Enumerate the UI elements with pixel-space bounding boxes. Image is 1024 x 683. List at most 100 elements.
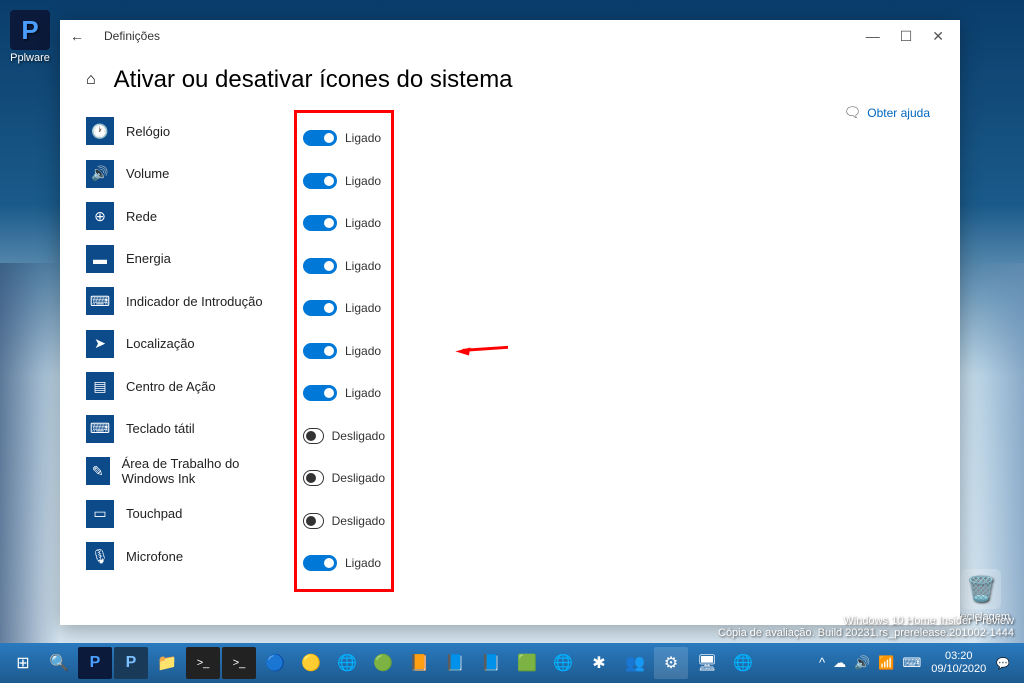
toggle-switch[interactable] xyxy=(303,215,337,231)
toggle-state-label: Ligado xyxy=(345,174,381,188)
system-icon-row: ⊕ Rede xyxy=(86,195,286,238)
home-icon[interactable]: ⌂ xyxy=(86,71,96,89)
taskbar-clock[interactable]: 03:20 09/10/2020 xyxy=(931,650,986,676)
toggle-switch[interactable] xyxy=(303,470,324,486)
system-icon-row: ▤ Centro de Ação xyxy=(86,365,286,408)
taskbar-slack[interactable]: ✱ xyxy=(582,647,616,679)
power-icon: ▬ xyxy=(86,245,114,273)
tray-language-icon[interactable]: ⌨ xyxy=(902,655,921,671)
taskbar-app[interactable]: 🖥 xyxy=(690,647,724,679)
taskbar-terminal[interactable]: >_ xyxy=(222,647,256,679)
clock-icon: 🕐 xyxy=(86,117,114,145)
item-label: Indicador de Introdução xyxy=(126,294,263,309)
window-title: Definições xyxy=(104,29,160,43)
toggle-switch[interactable] xyxy=(303,173,337,189)
system-icon-row: ➤ Localização xyxy=(86,323,286,366)
pplware-icon: P xyxy=(10,10,50,50)
toggle-row: Ligado xyxy=(303,372,385,415)
ink-icon: ✎ xyxy=(86,457,110,485)
system-icon-row: ⌨ Indicador de Introdução xyxy=(86,280,286,323)
item-label: Touchpad xyxy=(126,506,182,521)
input-icon: ⌨ xyxy=(86,287,114,315)
toggle-state-label: Ligado xyxy=(345,344,381,358)
taskbar[interactable]: ⊞ 🔍 P P 📁 >_ >_ 🔵 🟡 🌐 🟢 📙 📘 📘 🟩 🌐 ✱ 👥 ⚙ … xyxy=(0,643,1024,683)
start-button[interactable]: ⊞ xyxy=(6,647,40,679)
taskbar-edge[interactable]: 🌐 xyxy=(330,647,364,679)
toggle-switch[interactable] xyxy=(303,343,337,359)
item-label: Teclado tátil xyxy=(126,421,195,436)
icons-list: 🕐 Relógio🔊 Volume⊕ Rede▬ Energia⌨ Indica… xyxy=(86,110,286,592)
item-label: Rede xyxy=(126,209,157,224)
help-link[interactable]: 🗨 Obter ajuda xyxy=(844,104,931,121)
item-label: Volume xyxy=(126,166,169,181)
taskbar-chrome[interactable]: 🔵 xyxy=(258,647,292,679)
item-label: Localização xyxy=(126,336,195,351)
taskbar-chrome-canary[interactable]: 🟡 xyxy=(294,647,328,679)
taskbar-app[interactable]: 🌐 xyxy=(726,647,760,679)
toggle-state-label: Ligado xyxy=(345,301,381,315)
maximize-button[interactable]: ☐ xyxy=(900,28,913,45)
tray-notifications-icon[interactable]: 💬 xyxy=(996,657,1010,670)
windows-watermark: Windows 10 Home Insider Preview Cópia de… xyxy=(718,615,1014,639)
taskbar-settings[interactable]: ⚙ xyxy=(654,647,688,679)
network-icon: ⊕ xyxy=(86,202,114,230)
tray-icons[interactable]: ^ ☁ 🔊 📶 ⌨ xyxy=(819,655,921,671)
taskbar-edge-dev[interactable]: 🟢 xyxy=(366,647,400,679)
taskbar-app[interactable]: P xyxy=(114,647,148,679)
toggle-switch[interactable] xyxy=(303,385,337,401)
toggle-switch[interactable] xyxy=(303,130,337,146)
clock-date: 09/10/2020 xyxy=(931,663,986,676)
system-icon-row: ▬ Energia xyxy=(86,238,286,281)
toggle-switch[interactable] xyxy=(303,428,324,444)
toggle-row: Ligado xyxy=(303,202,385,245)
taskbar-app[interactable]: 🟩 xyxy=(510,647,544,679)
page-header: ⌂ Ativar ou desativar ícones do sistema xyxy=(60,52,960,104)
system-icon-row: 🔊 Volume xyxy=(86,153,286,196)
system-icon-row: ✎ Área de Trabalho do Windows Ink xyxy=(86,450,286,493)
toggle-row: Desligado xyxy=(303,457,385,500)
taskbar-file-explorer[interactable]: 📁 xyxy=(150,647,184,679)
taskbar-terminal[interactable]: >_ xyxy=(186,647,220,679)
taskbar-vscode[interactable]: 📘 xyxy=(474,647,508,679)
item-label: Área de Trabalho do Windows Ink xyxy=(122,456,286,486)
toggle-state-label: Ligado xyxy=(345,556,381,570)
taskbar-app[interactable]: 📙 xyxy=(402,647,436,679)
content-area: 🕐 Relógio🔊 Volume⊕ Rede▬ Energia⌨ Indica… xyxy=(60,104,960,598)
toggle-state-label: Ligado xyxy=(345,386,381,400)
tray-cloud-icon[interactable]: ☁ xyxy=(833,655,846,671)
titlebar: ← Definições — ☐ ✕ xyxy=(60,20,960,52)
close-button[interactable]: ✕ xyxy=(932,28,944,45)
tray-up-icon[interactable]: ^ xyxy=(819,655,825,671)
taskbar-teams[interactable]: 👥 xyxy=(618,647,652,679)
toggle-switch[interactable] xyxy=(303,258,337,274)
touch-keyboard-icon: ⌨ xyxy=(86,415,114,443)
toggle-row: Ligado xyxy=(303,117,385,160)
system-tray[interactable]: ^ ☁ 🔊 📶 ⌨ 03:20 09/10/2020 💬 xyxy=(819,650,1018,676)
toggle-state-label: Desligado xyxy=(332,514,385,528)
microphone-icon: 🎙 xyxy=(86,542,114,570)
taskbar-app[interactable]: 🌐 xyxy=(546,647,580,679)
toggle-switch[interactable] xyxy=(303,513,324,529)
desktop-shortcut-label: Pplware xyxy=(10,52,50,64)
toggle-switch[interactable] xyxy=(303,555,337,571)
desktop-shortcut-pplware[interactable]: P Pplware xyxy=(10,10,50,64)
recycle-bin-icon: 🗑️ xyxy=(961,569,1001,609)
toggle-state-label: Ligado xyxy=(345,259,381,273)
tray-volume-icon[interactable]: 🔊 xyxy=(854,655,870,671)
clock-time: 03:20 xyxy=(931,650,986,663)
item-label: Centro de Ação xyxy=(126,379,216,394)
toggle-row: Ligado xyxy=(303,542,385,585)
tray-network-icon[interactable]: 📶 xyxy=(878,655,894,671)
touchpad-icon: ▭ xyxy=(86,500,114,528)
back-button[interactable]: ← xyxy=(70,28,84,44)
toggle-switch[interactable] xyxy=(303,300,337,316)
taskbar-app[interactable]: P xyxy=(78,647,112,679)
action-center-icon: ▤ xyxy=(86,372,114,400)
help-label: Obter ajuda xyxy=(867,106,930,120)
toggles-column: Ligado Ligado Ligado Ligado Ligado Ligad… xyxy=(294,110,394,592)
minimize-button[interactable]: — xyxy=(866,28,880,45)
search-button[interactable]: 🔍 xyxy=(42,647,76,679)
taskbar-app[interactable]: 📘 xyxy=(438,647,472,679)
toggle-state-label: Ligado xyxy=(345,131,381,145)
watermark-line2: Cópia de avaliação. Build 20231.rs_prere… xyxy=(718,627,1014,639)
